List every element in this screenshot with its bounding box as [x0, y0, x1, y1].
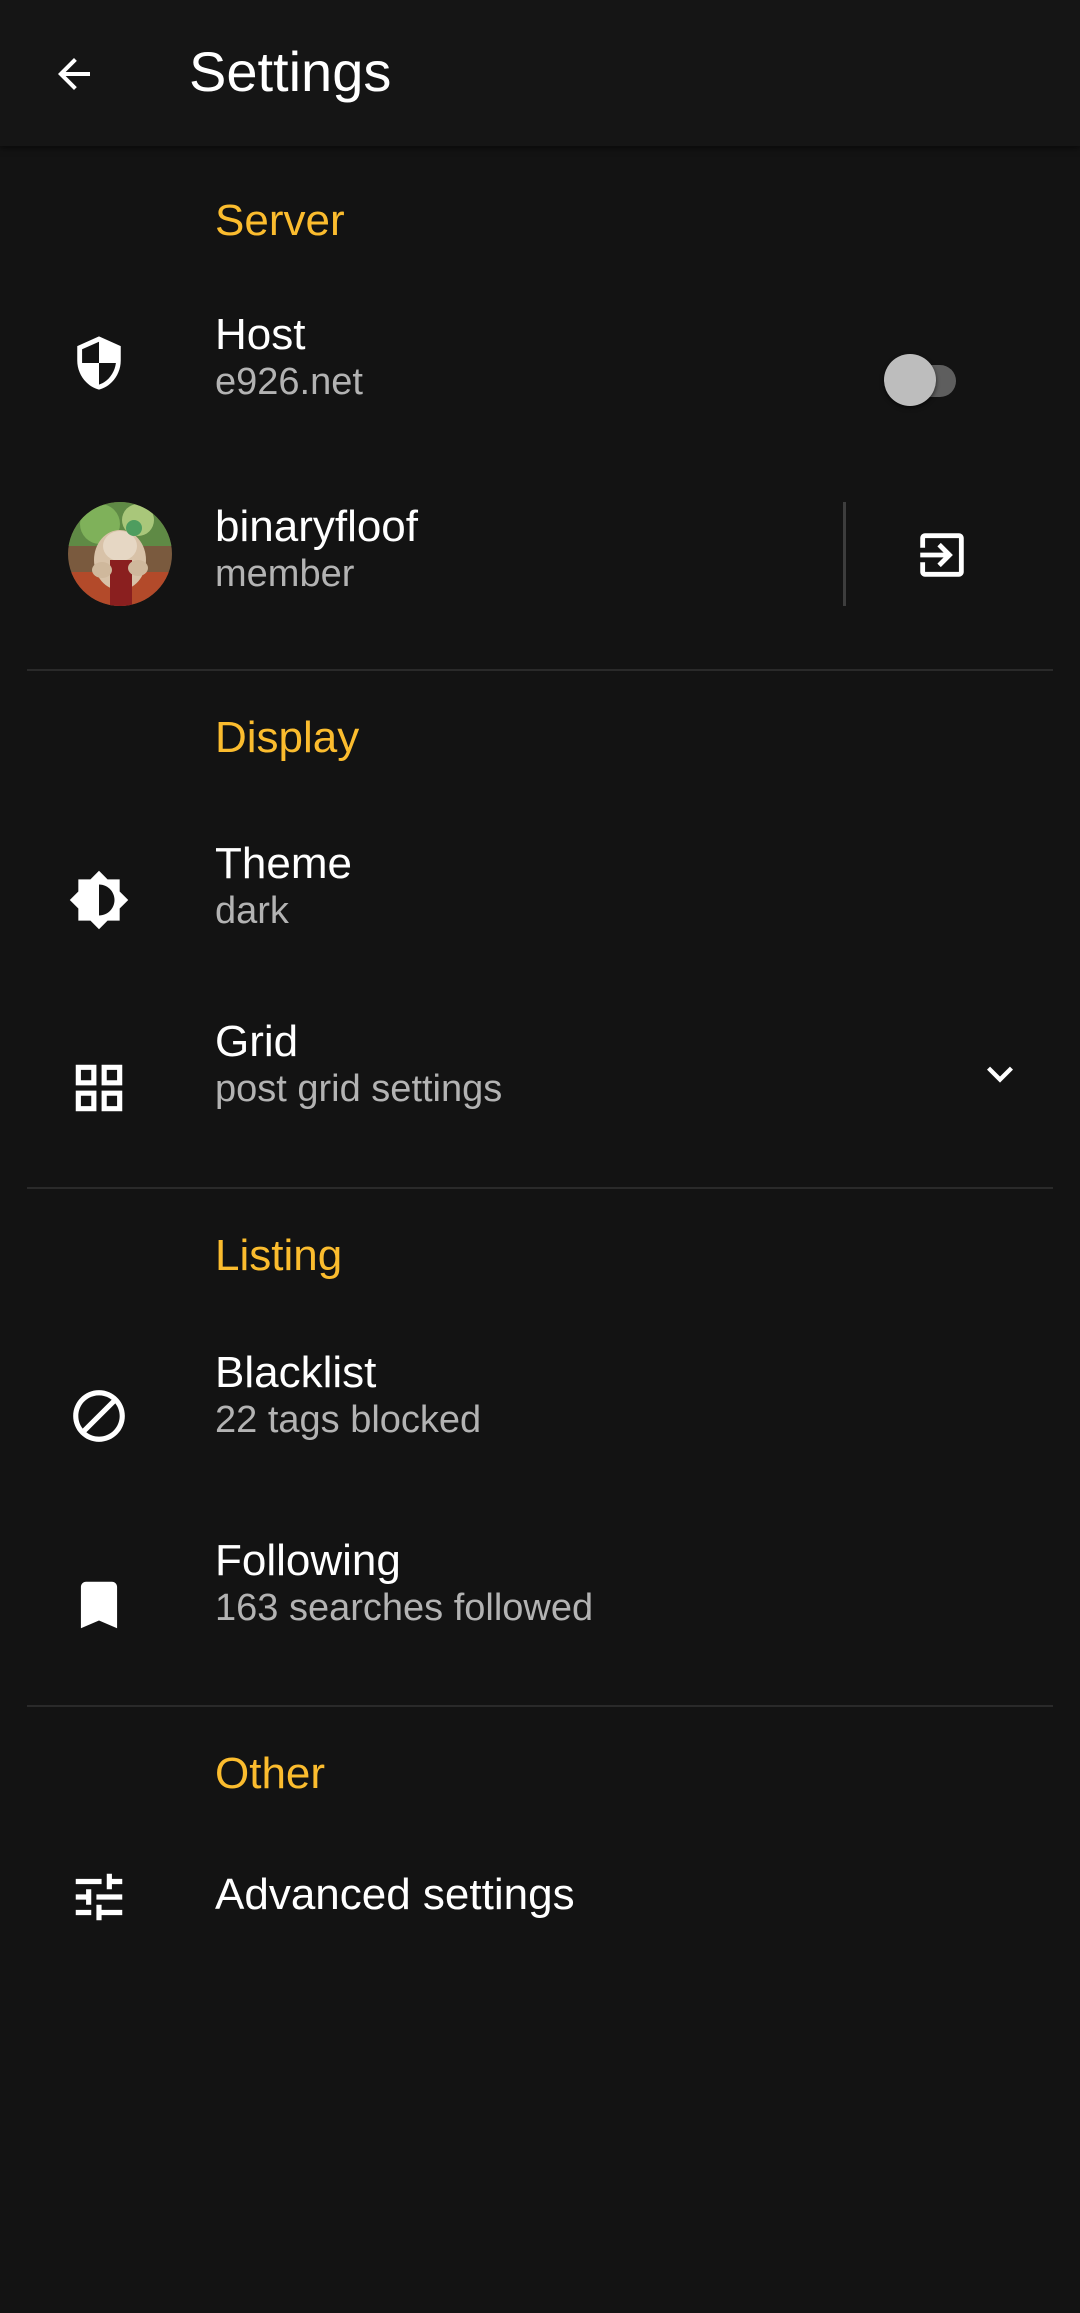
grid-row[interactable]: Grid post grid settings	[0, 996, 1080, 1146]
following-row[interactable]: Following 163 searches followed	[0, 1514, 1080, 1664]
divider	[27, 1187, 1053, 1189]
account-level: member	[215, 553, 355, 595]
app-bar: Settings	[0, 0, 1080, 146]
vertical-separator	[843, 502, 846, 606]
grid-expand-button[interactable]	[960, 1040, 1040, 1108]
logout-button[interactable]	[897, 514, 987, 596]
following-title: Following	[215, 1536, 401, 1585]
back-button[interactable]	[30, 33, 118, 115]
bookmark-icon	[62, 1568, 136, 1642]
following-subtitle: 163 searches followed	[215, 1587, 594, 1629]
advanced-settings-title: Advanced settings	[215, 1870, 575, 1919]
host-toggle[interactable]	[880, 346, 980, 410]
section-header-other: Other	[215, 1749, 326, 1798]
account-username: binaryfloof	[215, 502, 419, 551]
grid-icon	[62, 1051, 136, 1125]
theme-row[interactable]: Theme dark	[0, 808, 1080, 958]
page-title: Settings	[189, 40, 392, 103]
host-title: Host	[215, 310, 306, 359]
divider	[27, 1705, 1053, 1707]
arrow-back-icon	[58, 58, 90, 90]
block-icon	[62, 1379, 136, 1453]
divider	[27, 669, 1053, 671]
theme-subtitle: dark	[215, 890, 289, 932]
blacklist-subtitle: 22 tags blocked	[215, 1399, 482, 1441]
tune-icon	[62, 1860, 136, 1934]
chevron-down-icon	[987, 1066, 1013, 1083]
logout-icon	[920, 533, 964, 577]
blacklist-row[interactable]: Blacklist 22 tags blocked	[0, 1326, 1080, 1476]
grid-title: Grid	[215, 1017, 299, 1066]
theme-title: Theme	[215, 839, 352, 888]
shield-icon	[62, 326, 136, 400]
grid-subtitle: post grid settings	[215, 1068, 503, 1110]
section-header-listing: Listing	[215, 1231, 343, 1280]
advanced-settings-row[interactable]: Advanced settings	[0, 1842, 1080, 1952]
toggle-thumb	[884, 354, 936, 406]
section-header-server: Server	[215, 196, 345, 245]
blacklist-title: Blacklist	[215, 1348, 377, 1397]
brightness-icon	[62, 863, 136, 937]
avatar	[68, 502, 172, 606]
host-subtitle: e926.net	[215, 361, 363, 403]
section-header-display: Display	[215, 713, 360, 762]
